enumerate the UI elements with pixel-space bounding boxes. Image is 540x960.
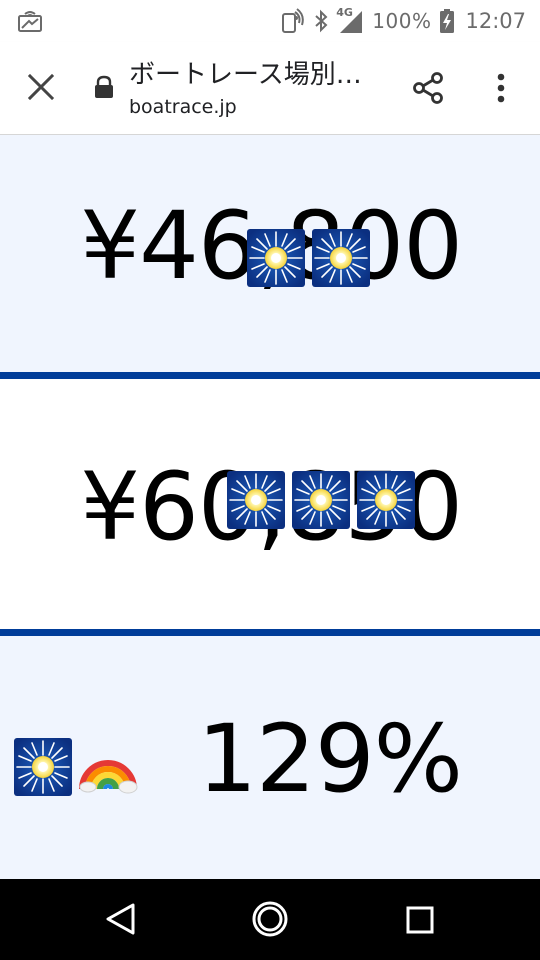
fireworks-icon <box>226 470 286 530</box>
divider <box>0 629 540 636</box>
share-icon[interactable] <box>408 68 448 108</box>
home-icon[interactable] <box>251 900 289 938</box>
page-url[interactable]: boatrace.jp <box>129 94 237 120</box>
fireworks-icon <box>311 228 371 288</box>
percentage-value: 129% <box>197 705 463 814</box>
value-panel-2: ¥60,850 <box>0 379 540 629</box>
browser-toolbar: ボートレース場別… boatrace.jp <box>0 42 540 135</box>
more-vert-icon[interactable] <box>482 68 520 108</box>
back-icon[interactable] <box>104 901 138 937</box>
value-panel-1: ¥46,800 <box>0 135 540 372</box>
fireworks-icon <box>13 737 73 797</box>
value-panel-3: 129% <box>0 636 540 879</box>
battery-charging-icon <box>439 8 455 34</box>
recents-icon[interactable] <box>405 905 435 935</box>
cast-icon <box>18 10 42 32</box>
status-time: 12:07 <box>465 9 526 33</box>
divider <box>0 372 540 379</box>
signal-icon: 4G <box>336 6 364 34</box>
rainbow-icon <box>78 737 138 797</box>
status-bar: 4G 100% 12:07 <box>0 0 540 42</box>
battery-percent: 100% <box>372 9 432 33</box>
fireworks-icon <box>356 470 416 530</box>
nfc-icon <box>280 8 306 34</box>
close-icon[interactable] <box>22 68 60 106</box>
lock-icon[interactable] <box>93 75 115 99</box>
navigation-bar <box>0 879 540 960</box>
bluetooth-icon <box>314 9 328 33</box>
page-title[interactable]: ボートレース場別… <box>129 58 379 92</box>
fireworks-icon <box>246 228 306 288</box>
fireworks-icon <box>291 470 351 530</box>
